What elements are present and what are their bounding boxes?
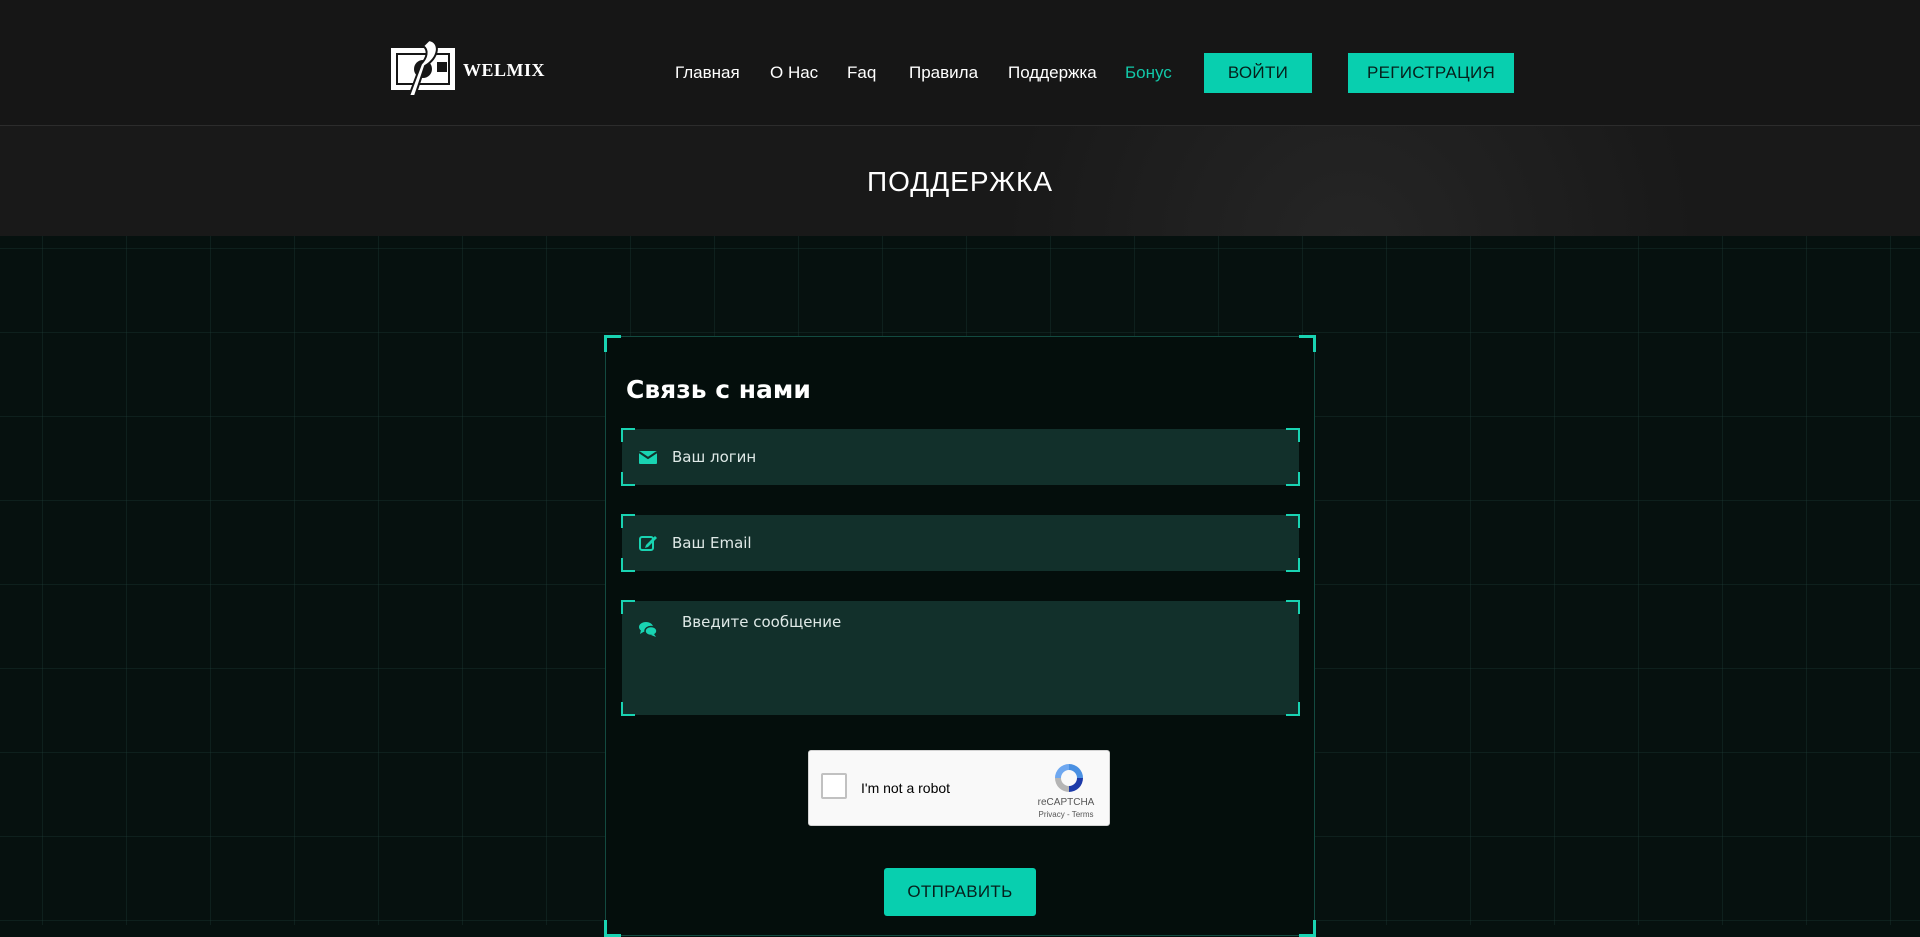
card-corner — [1299, 335, 1316, 352]
card-corner — [1299, 920, 1316, 937]
page-title: ПОДДЕРЖКА — [866, 166, 1054, 197]
email-input[interactable] — [672, 533, 1283, 553]
field-corner — [621, 702, 635, 716]
nav-item-rules[interactable]: Правила — [909, 63, 978, 83]
edit-icon — [639, 536, 657, 551]
field-corner — [1286, 558, 1300, 572]
submit-button[interactable]: ОТПРАВИТЬ — [884, 868, 1036, 916]
form-title: Связь с нами — [626, 375, 811, 404]
field-corner — [1286, 514, 1300, 528]
field-corner — [1286, 428, 1300, 442]
login-field[interactable] — [621, 428, 1300, 486]
message-textarea[interactable] — [682, 613, 1283, 683]
comments-icon — [639, 622, 658, 637]
register-button-label: РЕГИСТРАЦИЯ — [1366, 63, 1496, 82]
card-corner — [604, 920, 621, 937]
register-button[interactable]: РЕГИСТРАЦИЯ — [1348, 53, 1514, 93]
logo[interactable]: WELMIX — [389, 38, 545, 100]
field-corner — [621, 472, 635, 486]
logo-icon — [391, 38, 455, 97]
email-field[interactable] — [621, 514, 1300, 572]
field-corner — [1286, 472, 1300, 486]
nav-item-home[interactable]: Главная — [675, 63, 740, 83]
envelope-icon — [638, 451, 658, 464]
logo-text: WELMIX — [463, 60, 546, 80]
page-title-band: ПОДДЕРЖКА — [0, 126, 1920, 236]
field-corner — [621, 558, 635, 572]
field-corner — [1286, 702, 1300, 716]
message-field[interactable] — [621, 600, 1300, 716]
recaptcha-terms[interactable]: Privacy - Terms — [1031, 810, 1101, 819]
card-corner — [604, 335, 621, 352]
nav-item-support[interactable]: Поддержка — [1008, 63, 1097, 83]
login-button-label: ВОЙТИ — [1227, 63, 1289, 82]
recaptcha-label: I'm not a robot — [861, 780, 951, 796]
field-corner — [621, 514, 635, 528]
site-header: WELMIX Главная О Нас Faq Правила Поддерж… — [0, 0, 1920, 126]
field-corner — [621, 428, 635, 442]
recaptcha-brand: reCAPTCHA — [1037, 797, 1095, 808]
field-corner — [621, 600, 635, 614]
nav-item-about[interactable]: О Нас — [770, 63, 818, 83]
contact-form: Связь с нами — [604, 335, 1316, 937]
recaptcha-checkbox[interactable] — [821, 773, 847, 799]
field-corner — [1286, 600, 1300, 614]
nav-item-bonus[interactable]: Бонус — [1125, 63, 1172, 83]
submit-button-label: ОТПРАВИТЬ — [907, 882, 1013, 901]
recaptcha-icon — [1055, 764, 1083, 792]
login-input[interactable] — [672, 447, 1283, 467]
recaptcha-widget: I'm not a robot reCAPTCHA Privacy - Term… — [808, 750, 1110, 826]
nav-item-faq[interactable]: Faq — [847, 63, 876, 83]
login-button[interactable]: ВОЙТИ — [1204, 53, 1312, 93]
